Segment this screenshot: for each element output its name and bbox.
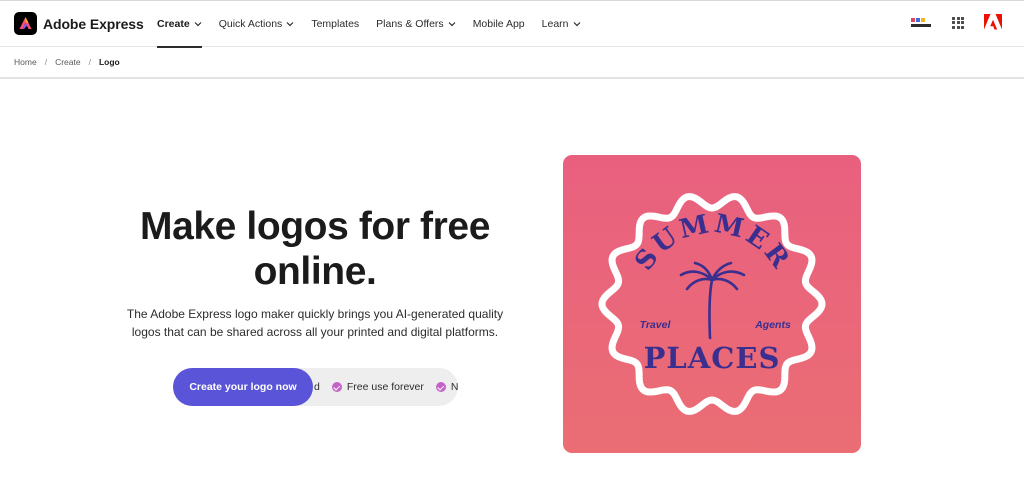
- hero-description-line-2: logos that can be shared across all your…: [131, 324, 499, 339]
- feature-item: N: [435, 381, 458, 393]
- nav-item-templates[interactable]: Templates: [311, 1, 359, 47]
- feature-label: d: [314, 381, 320, 393]
- create-logo-button[interactable]: Create your logo now: [173, 368, 313, 406]
- breadcrumb: Home / Create / Logo: [14, 57, 120, 67]
- nav-item-plans-offers[interactable]: Plans & Offers: [376, 1, 456, 47]
- feature-list: d Free use forever N: [314, 368, 458, 406]
- feature-item: Free use forever: [331, 381, 424, 393]
- breadcrumb-create[interactable]: Create: [55, 57, 81, 67]
- chevron-down-icon: [448, 22, 456, 27]
- logo-bottom-text: PLACES: [644, 341, 781, 375]
- brand[interactable]: Adobe Express: [14, 12, 144, 35]
- nav-item-label: Templates: [311, 18, 360, 30]
- logo-right-text: Agents: [754, 319, 791, 331]
- adobe-express-logo-icon: [14, 12, 37, 35]
- header-divider: [0, 77, 1024, 79]
- breadcrumb-current: Logo: [98, 57, 120, 67]
- nav-item-label: Mobile App: [472, 18, 525, 30]
- breadcrumb-separator: /: [44, 57, 48, 67]
- feature-label: N: [450, 381, 458, 393]
- hero-description: The Adobe Express logo maker quickly bri…: [115, 306, 515, 341]
- nav-right-tools: [910, 14, 1002, 31]
- nav-item-label: Quick Actions: [218, 18, 283, 30]
- chevron-down-icon: [573, 22, 580, 27]
- nav-item-label: Create: [157, 18, 190, 30]
- logo-preview-artwork: SUMMER Travel Agents PLACES: [598, 193, 826, 415]
- feature-item: d: [314, 381, 320, 393]
- nav-item-label: Plans & Offers: [376, 18, 444, 30]
- logo-left-text: Travel: [640, 319, 672, 331]
- palm-tree-icon: [679, 261, 746, 340]
- apps-grid-icon[interactable]: [952, 16, 964, 29]
- breadcrumb-separator: /: [88, 57, 91, 67]
- breadcrumb-home[interactable]: Home: [14, 57, 37, 67]
- check-circle-icon: [331, 382, 342, 392]
- top-navigation: Adobe Express Create Quick Actions Templ…: [0, 0, 1024, 48]
- hero-description-line-1: The Adobe Express logo maker quickly bri…: [126, 307, 504, 321]
- nav-item-quick-actions[interactable]: Quick Actions: [219, 1, 295, 47]
- adobe-icon[interactable]: [984, 14, 1002, 31]
- nav-item-create[interactable]: Create: [157, 1, 202, 48]
- logo-preview-card: SUMMER Travel Agents PLACES: [563, 155, 861, 453]
- page-title-line-2: online.: [253, 250, 377, 293]
- nav-item-mobile-app[interactable]: Mobile App: [473, 1, 525, 47]
- nav-item-learn[interactable]: Learn: [542, 1, 581, 47]
- page-title-line-1: Make logos for free: [140, 205, 490, 248]
- profile-thumbnail[interactable]: [910, 16, 932, 30]
- page-title: Make logos for free online.: [100, 204, 530, 294]
- check-circle-icon: [435, 382, 446, 392]
- brand-name: Adobe Express: [43, 15, 144, 32]
- main-nav: Create Quick Actions Templates Plans & O…: [157, 1, 598, 48]
- nav-item-label: Learn: [541, 18, 569, 30]
- feature-label: Free use forever: [346, 381, 424, 393]
- chevron-down-icon: [194, 22, 202, 27]
- chevron-down-icon: [286, 22, 294, 27]
